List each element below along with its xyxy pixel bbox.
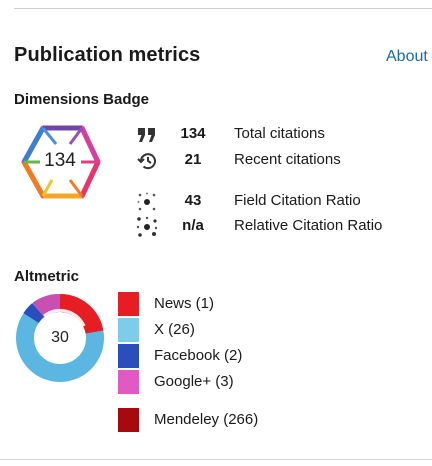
x-swatch [118, 318, 139, 342]
legend-label: Facebook (2) [154, 347, 243, 364]
bottom-divider [0, 459, 432, 460]
news-swatch [118, 292, 139, 316]
top-divider [14, 8, 432, 9]
dimensions-badge[interactable]: 134 [18, 122, 102, 202]
metric-label: Field Citation Ratio [234, 192, 361, 209]
metric-label: Total citations [234, 125, 325, 142]
altmetric-score: 30 [51, 329, 69, 346]
history-icon [134, 150, 160, 172]
panel-header: Publication metrics About [14, 44, 432, 74]
metric-value: 134 [180, 125, 206, 142]
panel-title: Publication metrics [14, 44, 201, 66]
legend-label: X (26) [154, 321, 195, 338]
metric-value: n/a [182, 217, 204, 234]
dimensions-badge-value: 134 [44, 150, 76, 171]
metric-value: 21 [184, 151, 202, 168]
metric-label: Relative Citation Ratio [234, 217, 383, 234]
legend-label: Google+ (3) [154, 373, 234, 390]
mendeley-swatch [118, 408, 139, 432]
legend-label: Mendeley (266) [154, 411, 259, 428]
facebook-swatch [118, 344, 139, 368]
altmetric-section-label: Altmetric [14, 268, 80, 285]
relative-ratio-icon [134, 216, 160, 238]
metric-value: 43 [184, 192, 202, 209]
altmetric-donut[interactable]: 30 [14, 292, 106, 384]
about-link[interactable]: About [386, 48, 428, 66]
dimensions-section-label: Dimensions Badge [14, 91, 150, 108]
legend-label: News (1) [154, 295, 215, 312]
field-ratio-icon [134, 191, 160, 213]
metric-label: Recent citations [234, 151, 341, 168]
googleplus-swatch [118, 370, 139, 394]
quote-icon [134, 124, 160, 146]
